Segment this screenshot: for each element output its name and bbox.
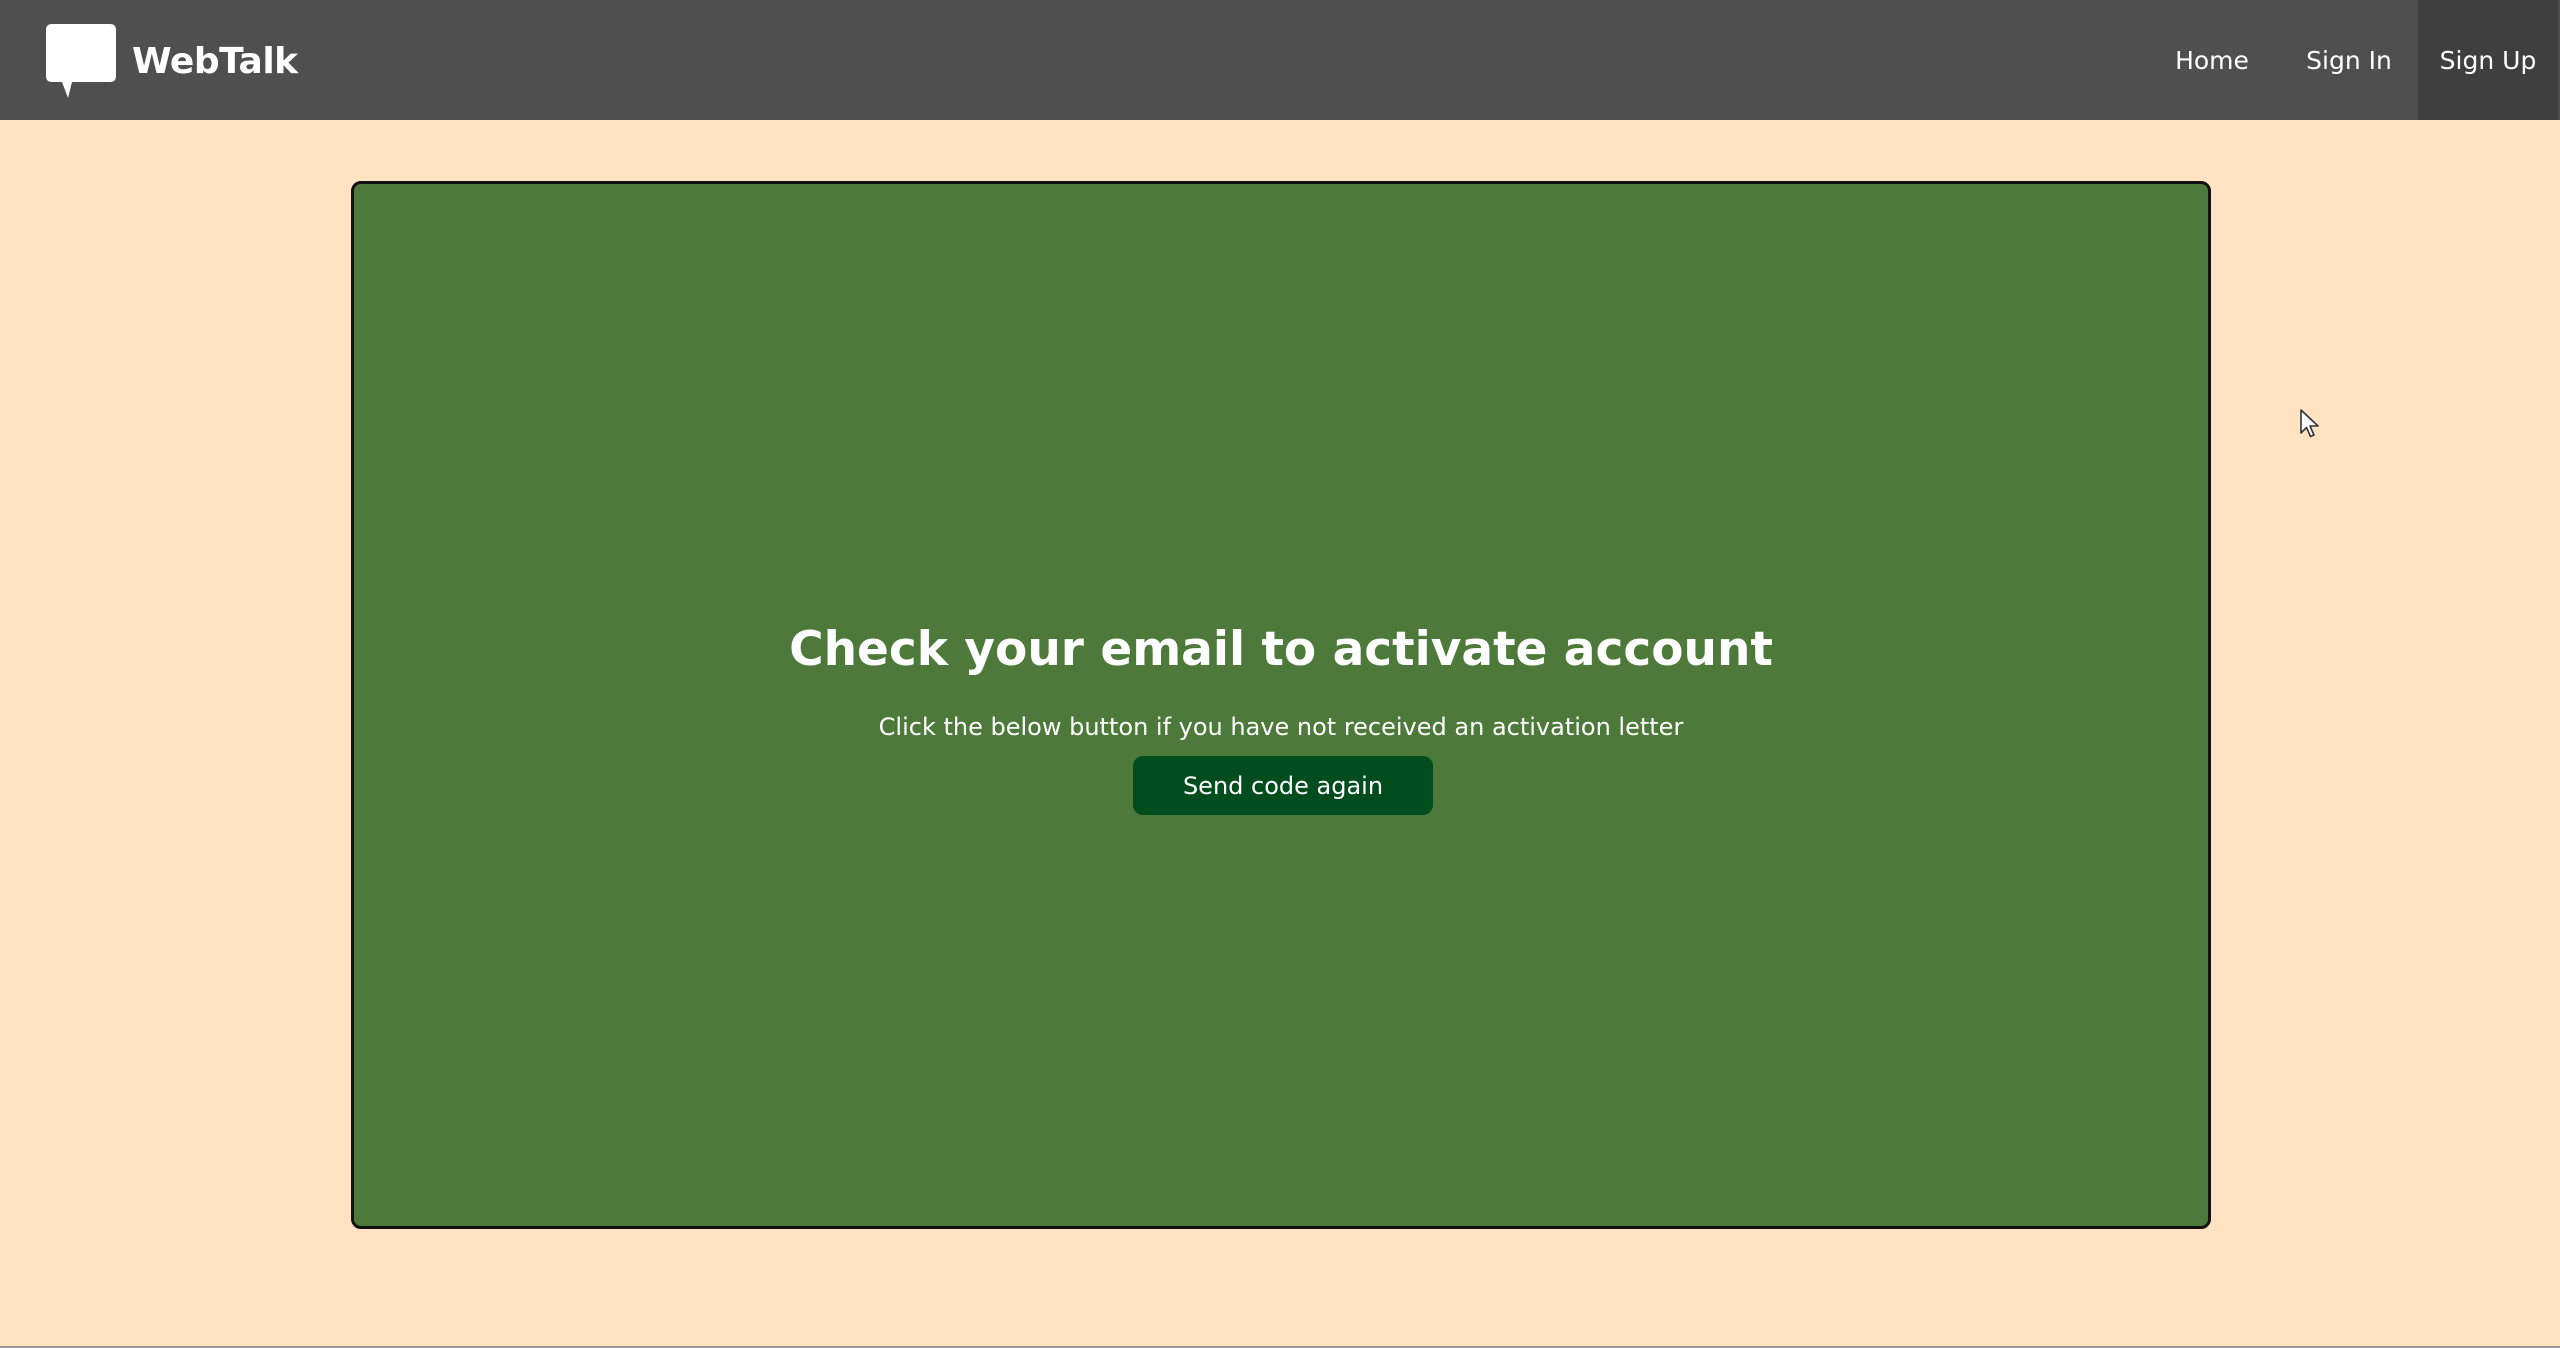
mouse-cursor-icon <box>2300 409 2319 438</box>
brand-name: WebTalk <box>132 40 298 82</box>
speech-bubble-icon <box>46 24 116 98</box>
nav-sign-in-link[interactable]: Sign In <box>2280 0 2418 120</box>
instruction-text: Click the below button if you have not r… <box>878 713 1684 741</box>
activation-card: Check your email to activate account Cli… <box>351 181 2211 1229</box>
nav-links: Home Sign In Sign Up <box>2144 0 2560 120</box>
nav-home-link[interactable]: Home <box>2144 0 2280 120</box>
brand-logo[interactable]: WebTalk <box>44 22 298 100</box>
send-code-again-button[interactable]: Send code again <box>1133 756 1433 815</box>
navbar: WebTalk Home Sign In Sign Up <box>0 0 2560 120</box>
nav-sign-up-link[interactable]: Sign Up <box>2418 0 2558 120</box>
page-title: Check your email to activate account <box>789 622 1773 677</box>
